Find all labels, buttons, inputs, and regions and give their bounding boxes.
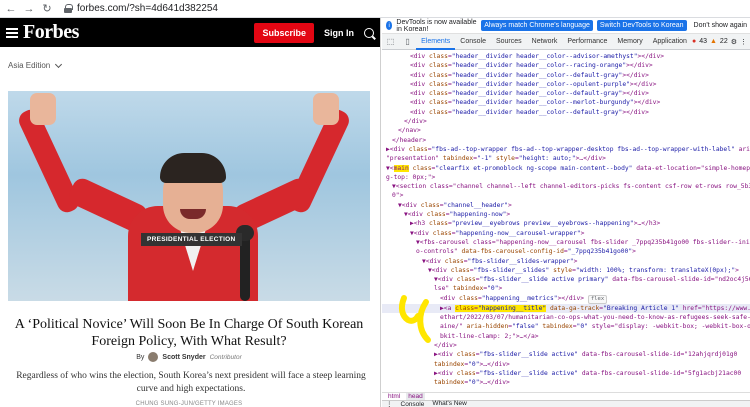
forbes-logo[interactable]: Forbes <box>23 21 79 44</box>
more-icon[interactable]: ⋮ <box>740 38 747 46</box>
chevron-down-icon <box>55 60 63 68</box>
author-role: Contributor <box>209 353 242 361</box>
gear-icon[interactable]: ⚙ <box>731 38 737 46</box>
switch-korean-button[interactable]: Switch DevTools to Korean <box>596 20 687 31</box>
dom-node-line[interactable]: ▶<div class="fbs-slider__slide active" d… <box>382 350 750 359</box>
url-text[interactable]: forbes.com/?sh=4d641d382254 <box>77 3 218 14</box>
dom-node-line[interactable]: ▶<div class="fbs-ad--top-wrapper fbs-ad-… <box>382 145 750 154</box>
photo-credit: CHUNG SUNG-JUN/GETTY IMAGES <box>135 401 243 407</box>
byline-prefix: By <box>136 353 145 361</box>
dom-node-line[interactable]: <div class="header__divider header__colo… <box>382 89 750 98</box>
tab-application[interactable]: Application <box>648 34 692 50</box>
byline: By Scott Snyder Contributor <box>8 352 370 362</box>
search-icon[interactable] <box>364 27 374 38</box>
dom-node-line[interactable]: </nav> <box>382 126 750 135</box>
article-headline[interactable]: A ‘Political Novice’ Will Soon Be In Cha… <box>8 316 370 350</box>
dom-node-line[interactable]: <div class="header__divider header__colo… <box>382 108 750 117</box>
device-toolbar-icon[interactable]: ▯ <box>399 34 416 50</box>
devtools-drawer: ⋮ Console What's New <box>382 400 750 407</box>
hero-image[interactable] <box>8 91 370 301</box>
language-infobar: i DevTools is now available in Korean! A… <box>382 18 750 34</box>
warning-count[interactable]: 22 <box>720 38 728 45</box>
browser-address-bar: ← → ↻ forbes.com/?sh=4d641d382254 <box>0 0 750 18</box>
menu-icon[interactable] <box>6 27 18 38</box>
breadcrumb: html head <box>382 392 750 400</box>
tab-memory[interactable]: Memory <box>612 34 647 50</box>
tab-elements[interactable]: Elements <box>416 34 456 50</box>
drawer-menu-icon[interactable]: ⋮ <box>386 400 393 407</box>
dom-node-line[interactable]: ▼<section class="channel channel--left c… <box>382 182 750 191</box>
tab-sources[interactable]: Sources <box>491 34 527 50</box>
dom-node-line[interactable]: ▼<div class="happening-now__carousel-wra… <box>382 229 750 238</box>
dom-node-line[interactable]: "presentation" tabindex="-1" style="heig… <box>382 154 750 163</box>
crumb-html[interactable]: html <box>388 393 400 400</box>
yellow-annotation-mark <box>398 295 431 343</box>
back-icon[interactable]: ← <box>4 2 18 16</box>
dom-node-line[interactable]: tabindex="0">…</div> <box>382 378 750 387</box>
reload-icon[interactable]: ↻ <box>40 2 54 16</box>
forbes-page: Forbes Subscribe Sign In Asia Edition PR… <box>0 18 381 407</box>
dom-node-line[interactable]: o-controls" data-fbs-carousel-config-id=… <box>382 247 750 256</box>
error-count[interactable]: 43 <box>699 38 707 45</box>
drawer-tab-what-s-new[interactable]: What's New <box>432 400 466 407</box>
edition-label: Asia Edition <box>8 61 51 70</box>
author-avatar <box>148 352 159 362</box>
forward-icon[interactable]: → <box>22 2 36 16</box>
article-dek: Regardless of who wins the election, Sou… <box>16 371 366 394</box>
dom-node-line[interactable]: ▼<div class="fbs-slider__slide active pr… <box>382 275 750 284</box>
match-language-button[interactable]: Always match Chrome's language <box>481 20 593 31</box>
devtools-tabbar: ⬚ ▯ Elements Console Sources Network Perform… <box>382 34 750 50</box>
lock-icon <box>64 4 73 13</box>
warning-icon: ▲ <box>709 38 717 45</box>
inspect-icon[interactable]: ⬚ <box>382 34 399 50</box>
dom-node-line[interactable]: ▶<div class="fbs-slider__slide active" d… <box>382 369 750 378</box>
site-header: Forbes Subscribe Sign In <box>0 18 380 47</box>
dom-node-line[interactable]: <div class="header__divider header__colo… <box>382 71 750 80</box>
sign-in-link[interactable]: Sign In <box>324 28 354 38</box>
dom-node-line[interactable]: </div> <box>382 117 750 126</box>
tab-performance[interactable]: Performance <box>562 34 612 50</box>
infobar-text: DevTools is now available in Korean! <box>396 18 477 33</box>
dom-node-line[interactable]: g-top: 0px;"> <box>382 173 750 182</box>
tab-network[interactable]: Network <box>527 34 563 50</box>
dom-node-line[interactable]: <div class="header__divider header__colo… <box>382 80 750 89</box>
dont-show-button[interactable]: Don't show again <box>691 20 750 31</box>
devtools-panel: i DevTools is now available in Korean! A… <box>382 18 750 407</box>
dom-node-line[interactable]: <div class="header__divider header__colo… <box>382 52 750 61</box>
dom-node-line[interactable]: ▼<fbs-carousel class="happening-now__car… <box>382 238 750 247</box>
dom-node-line[interactable]: 0"> <box>382 191 750 200</box>
category-badge[interactable]: PRESIDENTIAL ELECTION <box>141 233 242 246</box>
dom-node-line[interactable]: </header> <box>382 136 750 145</box>
dom-node-line[interactable]: ▶<h3 class="preview__eyebrows preview__e… <box>382 219 750 228</box>
edition-selector[interactable]: Asia Edition <box>0 47 380 84</box>
drawer-tab-console[interactable]: Console <box>401 401 425 407</box>
info-icon: i <box>386 21 393 30</box>
dom-node-line[interactable]: tabindex="0">…</div> <box>382 360 750 369</box>
dom-node-line[interactable]: <div class="header__divider header__colo… <box>382 98 750 107</box>
tab-console[interactable]: Console <box>455 34 491 50</box>
dom-node-line[interactable]: <div class="header__divider header__colo… <box>382 61 750 70</box>
error-icon: ● <box>691 38 697 45</box>
subscribe-button[interactable]: Subscribe <box>254 22 314 43</box>
dom-node-line[interactable]: ▼<div class="happening-now"> <box>382 210 750 219</box>
crumb-head[interactable]: head <box>406 393 425 400</box>
author-name[interactable]: Scott Snyder <box>162 354 205 361</box>
url-field[interactable]: forbes.com/?sh=4d641d382254 <box>64 3 218 14</box>
dom-node-line[interactable]: ▼<div class="fbs-slider__slides-wrapper"… <box>382 257 750 266</box>
dom-node-line[interactable]: ▼<main class="clearfix et-promoblock ng-… <box>382 164 750 173</box>
dom-node-line[interactable]: ▼<div class="channel__header"> <box>382 201 750 210</box>
dom-node-line[interactable]: ▼<div class="fbs-slider__slides" style="… <box>382 266 750 275</box>
